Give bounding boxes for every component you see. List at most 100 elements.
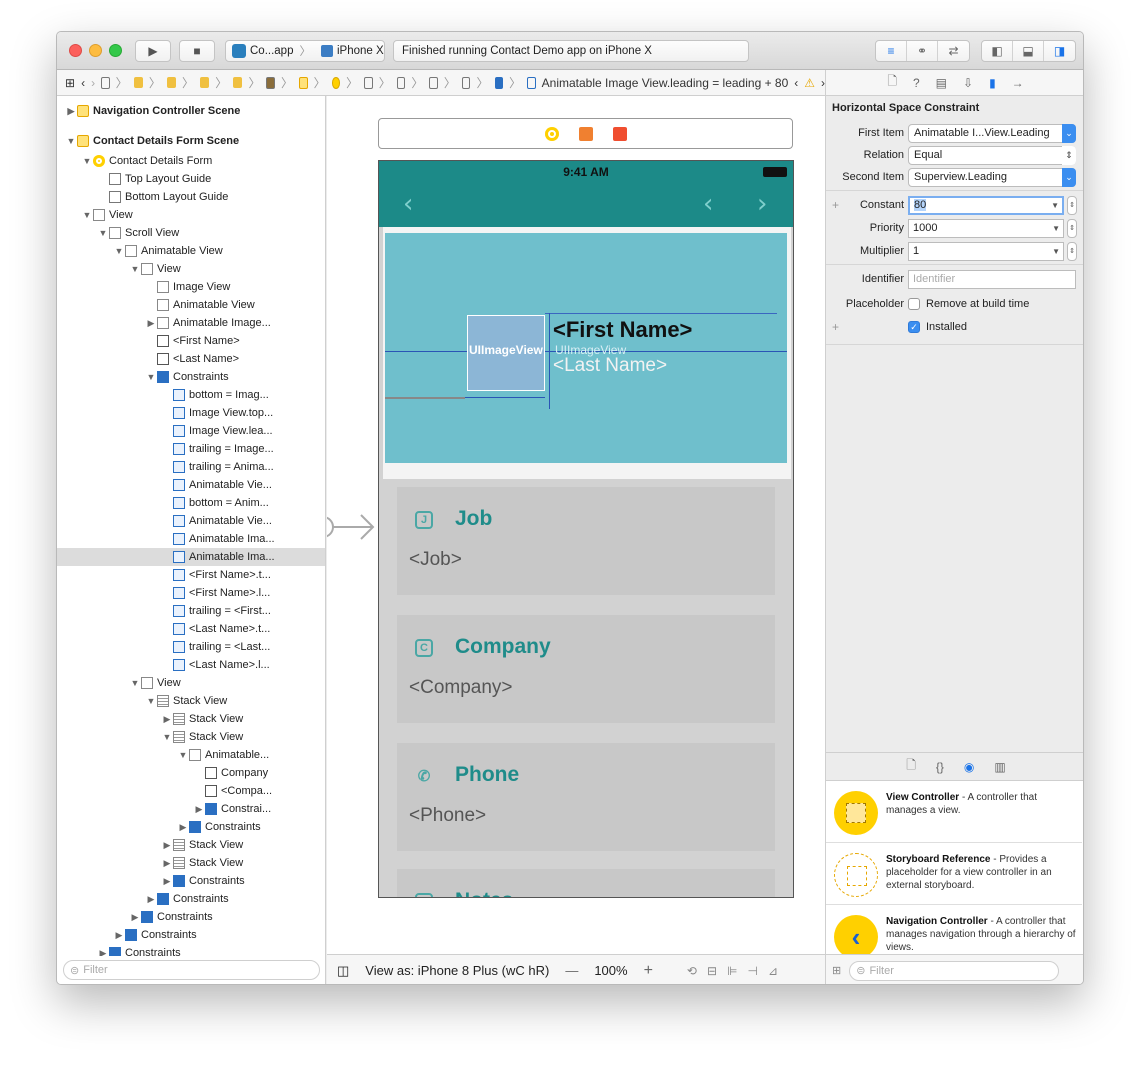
align-icon[interactable]: ⊫	[727, 964, 737, 978]
disclosure-closed-icon[interactable]: ▶	[161, 858, 173, 869]
outline-item[interactable]: <First Name>	[57, 332, 325, 350]
outline-item[interactable]: ▶ Constraints	[57, 872, 325, 890]
storyboard-canvas[interactable]: 9:41 AM ‹ ‹ › UIImageView UIImageView <F…	[327, 96, 825, 954]
outline-item[interactable]: ▶ Stack View	[57, 710, 325, 728]
disclosure-open-icon[interactable]: ▼	[177, 750, 189, 760]
outline-item[interactable]: Image View.top...	[57, 404, 325, 422]
folder-icon[interactable]	[233, 77, 243, 88]
relation-popup[interactable]: Equal ⇕	[908, 145, 1076, 165]
last-name-label[interactable]: <Last Name>	[553, 355, 667, 377]
bottom-constraint-line[interactable]	[465, 397, 545, 398]
outline-item[interactable]: ▶ Constraints	[57, 944, 325, 956]
outline-item[interactable]: <First Name>.t...	[57, 566, 325, 584]
zoom-window-button[interactable]	[109, 44, 122, 57]
disclosure-open-icon[interactable]: ▼	[161, 732, 173, 742]
outline-item[interactable]: ▶ Animatable Image...	[57, 314, 325, 332]
pin-icon[interactable]: ⊣	[747, 964, 757, 978]
view-icon[interactable]	[429, 76, 438, 89]
outline-item[interactable]: <First Name>.l...	[57, 584, 325, 602]
disclosure-open-icon[interactable]: ▼	[113, 246, 125, 256]
outline-item[interactable]: Image View	[57, 278, 325, 296]
storyboard-icon[interactable]	[266, 76, 276, 89]
add-variation-icon[interactable]: +	[832, 320, 839, 334]
installed-checkbox[interactable]: ✓	[908, 321, 920, 333]
multiplier-field[interactable]: 1 ▼	[908, 241, 1064, 261]
outline-item[interactable]: Animatable Vie...	[57, 512, 325, 530]
outline-item[interactable]: ▶ Stack View	[57, 836, 325, 854]
disclosure-open-icon[interactable]: ▼	[145, 372, 157, 382]
add-variation-icon[interactable]: +	[832, 198, 839, 212]
outline-item[interactable]: Bottom Layout Guide	[57, 188, 325, 206]
disclosure-closed-icon[interactable]: ▶	[145, 894, 157, 905]
outline-item[interactable]: Top Layout Guide	[57, 170, 325, 188]
outline-item[interactable]: ▼ Stack View	[57, 692, 325, 710]
outline-item[interactable]: ▶ Navigation Controller Scene	[57, 100, 325, 122]
exit-icon[interactable]	[612, 126, 627, 141]
library-filter-input[interactable]: ⊜ Filter	[849, 960, 1060, 981]
outline-item[interactable]: Animatable Ima...	[57, 548, 325, 566]
view-controller-icon[interactable]	[331, 76, 341, 89]
disclosure-closed-icon[interactable]: ▶	[193, 804, 205, 815]
toggle-navigator-button[interactable]: ◧	[982, 41, 1013, 61]
disclosure-closed-icon[interactable]: ▶	[177, 822, 189, 833]
library-item-view-controller[interactable]: View Controller - A controller that mana…	[826, 781, 1082, 843]
outline-item[interactable]: ▼ Constraints	[57, 368, 325, 386]
disclosure-open-icon[interactable]: ▼	[81, 210, 93, 220]
disclosure-open-icon[interactable]: ▼	[129, 678, 141, 688]
resolve-issues-icon[interactable]: ⊿	[768, 964, 778, 978]
outline-item[interactable]: <Compa...	[57, 782, 325, 800]
back-arrow-icon[interactable]: ‹	[81, 76, 85, 90]
phone-scene[interactable]: 9:41 AM ‹ ‹ › UIImageView UIImageView <F…	[378, 160, 794, 898]
constant-field[interactable]: 80 ▼	[908, 195, 1064, 215]
constraints-icon[interactable]	[494, 76, 504, 89]
assistant-editor-button[interactable]: ⚭	[907, 41, 938, 61]
file-icon[interactable]	[101, 76, 110, 89]
outline-item[interactable]: Animatable Ima...	[57, 530, 325, 548]
chevron-down-icon[interactable]: ▼	[1052, 224, 1060, 233]
toggle-debug-area-button[interactable]: ⬓	[1013, 41, 1044, 61]
outline-item[interactable]: trailing = <First...	[57, 602, 325, 620]
priority-field[interactable]: 1000 ▼	[908, 218, 1064, 238]
embed-in-stack-icon[interactable]: ⊟	[707, 964, 717, 978]
first-item-popup[interactable]: Animatable I...View.Leading ⌄	[908, 123, 1076, 143]
outline-item[interactable]: ▶ Constraints	[57, 818, 325, 836]
detail-card[interactable]: C Company <Company>	[397, 615, 775, 723]
disclosure-closed-icon[interactable]: ▶	[145, 318, 157, 329]
standard-editor-button[interactable]: ≡	[876, 41, 907, 61]
forward-arrow-icon[interactable]: ›	[91, 76, 95, 90]
outline-item[interactable]: Animatable View	[57, 296, 325, 314]
disclosure-open-icon[interactable]: ▼	[97, 228, 109, 238]
disclosure-closed-icon[interactable]: ▶	[65, 106, 77, 117]
chevron-down-icon[interactable]: ▼	[1052, 247, 1060, 256]
outline-item[interactable]: Image View.lea...	[57, 422, 325, 440]
toggle-inspector-button[interactable]: ◨	[1044, 41, 1075, 61]
chevron-down-icon[interactable]: ▼	[1051, 201, 1059, 210]
scheme-selector[interactable]: Co...app 〉 iPhone X	[225, 40, 385, 62]
disclosure-closed-icon[interactable]: ▶	[161, 876, 173, 887]
view-icon[interactable]	[461, 76, 471, 89]
zoom-out-button[interactable]: —	[565, 963, 578, 978]
outline-item[interactable]: ▼ Contact Details Form	[57, 152, 325, 170]
disclosure-open-icon[interactable]: ▼	[145, 696, 157, 706]
first-name-label[interactable]: <First Name>	[553, 317, 692, 343]
disclosure-closed-icon[interactable]: ▶	[113, 930, 125, 941]
connections-inspector-icon[interactable]: →	[1012, 76, 1024, 90]
outline-item[interactable]: ▼ Animatable View	[57, 242, 325, 260]
sidebar-toggle-icon[interactable]: ◫	[337, 963, 349, 979]
attributes-inspector-icon[interactable]: ⇩	[963, 76, 973, 90]
view-as-device[interactable]: View as: iPhone 8 Plus (wC hR)	[365, 963, 549, 978]
outline-item[interactable]: ▶ Constraints	[57, 926, 325, 944]
version-editor-button[interactable]: ⇄	[938, 41, 969, 61]
folder-icon[interactable]	[133, 77, 143, 88]
outline-item[interactable]: ▼ View	[57, 674, 325, 692]
outline-item[interactable]: ▼ View	[57, 206, 325, 224]
view-icon[interactable]	[396, 76, 406, 89]
outline-item[interactable]: ▼ Contact Details Form Scene	[57, 130, 325, 152]
quick-help-icon[interactable]: ?	[913, 76, 920, 90]
second-item-popup[interactable]: Superview.Leading ⌄	[908, 167, 1076, 187]
identity-inspector-icon[interactable]: ▤	[936, 76, 947, 90]
outline-item[interactable]: trailing = Image...	[57, 440, 325, 458]
outline-item[interactable]: bottom = Anim...	[57, 494, 325, 512]
stop-button[interactable]: ■	[179, 40, 215, 62]
remove-at-build-checkbox[interactable]	[908, 298, 920, 310]
